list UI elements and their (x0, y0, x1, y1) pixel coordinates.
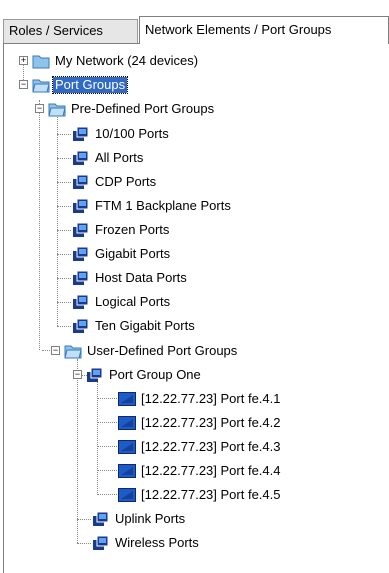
node-label: Frozen Ports (95, 222, 170, 237)
node-label: [12.22.77.23] Port fe.4.3 (141, 439, 281, 454)
tab-network-elements-port-groups[interactable]: Network Elements / Port Groups (139, 16, 389, 44)
tree-node-user-defined-port-groups[interactable]: User-Defined Port Groups (64, 341, 239, 361)
port-group-icon (72, 294, 90, 310)
tree-line (57, 182, 71, 183)
tree-line (57, 278, 71, 279)
tree-node-port-group[interactable]: Wireless Ports (92, 533, 201, 553)
node-label: [12.22.77.23] Port fe.4.1 (141, 391, 281, 406)
node-label: [12.22.77.23] Port fe.4.4 (141, 463, 281, 478)
port-group-icon (72, 126, 90, 142)
tree-line (97, 446, 117, 447)
collapse-userdefined-button[interactable]: − (51, 346, 60, 355)
tree-node-port-group-one[interactable]: Port Group One (86, 365, 203, 385)
tree-line (57, 108, 58, 326)
port-group-icon (72, 222, 90, 238)
tree-node-port-group[interactable]: FTM 1 Backplane Ports (72, 196, 233, 216)
tree-line (57, 134, 71, 135)
tree-line (97, 470, 117, 471)
tree-node-port-group[interactable]: Uplink Ports (92, 509, 187, 529)
node-label: Port Group One (109, 367, 201, 382)
port-icon (118, 439, 136, 455)
tab-bar: Roles / Services Network Elements / Port… (0, 0, 389, 44)
tree-line (77, 359, 78, 543)
tree-node-port[interactable]: [12.22.77.23] Port fe.4.3 (118, 437, 283, 457)
node-label: CDP Ports (95, 174, 157, 189)
node-label: Gigabit Ports (95, 246, 171, 261)
tree-node-port[interactable]: [12.22.77.23] Port fe.4.2 (118, 413, 283, 433)
tree-line (57, 302, 71, 303)
node-label: Wireless Ports (115, 535, 199, 550)
tree-line (97, 398, 117, 399)
folder-icon (32, 53, 50, 69)
node-label: Pre-Defined Port Groups (71, 101, 215, 116)
collapse-port-groups-button[interactable]: − (19, 80, 28, 89)
node-label: [12.22.77.23] Port fe.4.5 (141, 487, 281, 502)
tree-line (97, 494, 117, 495)
tree-node-port[interactable]: [12.22.77.23] Port fe.4.4 (118, 461, 283, 481)
tab-roles-services[interactable]: Roles / Services (3, 19, 138, 43)
tree-line (77, 519, 91, 520)
open-folder-icon (48, 101, 66, 117)
tree-node-port[interactable]: [12.22.77.23] Port fe.4.5 (118, 485, 283, 505)
tree-line (97, 422, 117, 423)
node-label: User-Defined Port Groups (87, 343, 238, 358)
tree-line (57, 230, 71, 231)
node-label: Ten Gigabit Ports (95, 318, 195, 333)
port-group-icon (72, 270, 90, 286)
tree-node-port-group[interactable]: Host Data Ports (72, 268, 189, 288)
node-label: My Network (24 devices) (55, 53, 199, 68)
port-group-icon (72, 246, 90, 262)
tree-node-port-groups[interactable]: Port Groups (32, 75, 129, 95)
tree-line (57, 158, 71, 159)
node-label: Logical Ports (95, 294, 171, 309)
tree-node-port-group[interactable]: Gigabit Ports (72, 244, 172, 264)
node-label: Uplink Ports (115, 511, 186, 526)
expand-my-network-button[interactable]: + (19, 56, 28, 65)
tree-line (97, 375, 98, 493)
port-group-icon (72, 318, 90, 334)
port-icon (118, 391, 136, 407)
node-label: 10/100 Ports (95, 126, 169, 141)
tree-node-port-group[interactable]: Frozen Ports (72, 220, 171, 240)
node-label: FTM 1 Backplane Ports (95, 198, 231, 213)
tree-line (57, 254, 71, 255)
tree-node-port-group[interactable]: Logical Ports (72, 292, 172, 312)
tree-line (77, 543, 91, 544)
port-group-icon (72, 174, 90, 190)
tree-node-my-network[interactable]: My Network (24 devices) (32, 51, 200, 71)
tree-panel: + My Network (24 devices) − Port Groups … (3, 43, 389, 573)
port-group-icon (92, 511, 110, 527)
node-label: [12.22.77.23] Port fe.4.2 (141, 415, 281, 430)
tree-line (39, 100, 40, 350)
port-group-icon (72, 150, 90, 166)
node-label: All Ports (95, 150, 144, 165)
collapse-port-group-one-button[interactable]: − (73, 370, 82, 379)
port-icon (118, 487, 136, 503)
tree-line (57, 326, 71, 327)
tree-node-port-group[interactable]: All Ports (72, 148, 145, 168)
port-icon (118, 463, 136, 479)
tree-node-port-group[interactable]: CDP Ports (72, 172, 158, 192)
port-group-icon (72, 198, 90, 214)
tree-node-port-group[interactable]: 10/100 Ports (72, 124, 171, 144)
tree-node-port-group[interactable]: Ten Gigabit Ports (72, 316, 197, 336)
tree-line (57, 206, 71, 207)
port-group-icon (92, 535, 110, 551)
port-group-icon (86, 367, 104, 383)
port-icon (118, 415, 136, 431)
tree-node-predefined-port-groups[interactable]: Pre-Defined Port Groups (48, 99, 216, 119)
tree-node-port[interactable]: [12.22.77.23] Port fe.4.1 (118, 389, 283, 409)
port-group-tree: + My Network (24 devices) − Port Groups … (4, 44, 389, 573)
node-label: Host Data Ports (95, 270, 187, 285)
open-folder-icon (64, 343, 82, 359)
node-label: Port Groups (51, 76, 129, 94)
collapse-predefined-button[interactable]: − (35, 104, 44, 113)
open-folder-icon (32, 77, 50, 93)
